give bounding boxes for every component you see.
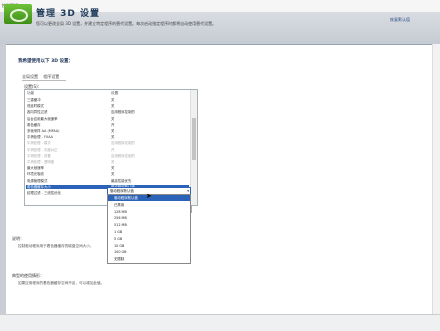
settings-row-feature: 后台应用最大帧速率 — [27, 116, 58, 121]
bottom-bar — [0, 314, 440, 331]
settings-row[interactable]: 各向异性过滤 应用程序控制的 — [26, 110, 189, 115]
page-description: 您可以更改全局 3D 设置，并建立特定程序的替代设置。每次启动指定程序时都将自动… — [36, 21, 217, 26]
settings-scrollbar[interactable] — [190, 90, 197, 205]
settings-row[interactable]: 平滑处理 - FXAA 关 — [26, 135, 189, 140]
settings-row-feature: 平滑处理 - FXAA — [27, 135, 53, 140]
restore-defaults-link[interactable]: 恢复默认值 — [390, 17, 410, 23]
settings-row[interactable]: 平滑处理 - 设置 应用程序控制的 — [26, 154, 189, 159]
column-header-setting: 设置 — [111, 91, 119, 95]
description-label: 说明： — [12, 236, 24, 241]
settings-row-value: 开 — [111, 147, 115, 152]
settings-row[interactable]: 环境光吸收 关 — [26, 172, 189, 177]
settings-row-feature: 电源管理模式 — [27, 178, 48, 183]
dropdown-option[interactable]: 128 MB — [108, 209, 190, 215]
settings-row-value: 应用程序控制的 — [111, 110, 135, 115]
mouse-cursor-icon: ➤ — [146, 192, 152, 200]
dropdown-option[interactable]: 256 MB — [108, 215, 190, 221]
settings-row[interactable]: 平滑处理 - 灰度纠正 开 — [26, 148, 189, 153]
page-title: 管理 3D 设置 — [36, 9, 100, 19]
settings-row[interactable]: 平滑处理 - 模式 应用程序控制的 — [26, 141, 189, 146]
settings-row-feature: 多帧采样 AA (MFAA) — [27, 129, 60, 133]
settings-row-feature: 低延时模式 — [27, 104, 44, 109]
settings-row-feature: 平滑处理 - 模式 — [27, 141, 51, 146]
settings-row-feature: 三重缓冲 — [27, 98, 41, 102]
settings-row-value: 最高性能优先 — [111, 178, 132, 183]
dropdown-option[interactable]: 无限制 — [108, 256, 190, 262]
description-text: 控制驱动程序用于着色器缓存的磁盘空间大小。 — [18, 244, 94, 248]
settings-row-value: 关 — [111, 166, 115, 171]
nvidia-logo-icon — [4, 4, 32, 24]
settings-row-value: 关 — [111, 98, 115, 102]
left-panel-edge — [0, 44, 6, 314]
dropdown-option[interactable]: 5 GB — [108, 236, 190, 242]
settings-row[interactable]: 三重缓冲 关 — [26, 98, 189, 103]
settings-row[interactable]: 着色缓存 开 — [26, 123, 189, 128]
settings-row-feature: 平滑处理 - 透明度 — [27, 160, 55, 164]
settings-row-value: 关 — [111, 160, 115, 164]
section-title: 我希望使用以下 3D 设置： — [18, 59, 73, 64]
column-header-feature: 功能 — [27, 91, 35, 95]
settings-row-value: 开 — [111, 122, 115, 127]
tab-divider — [22, 80, 66, 81]
settings-row-feature: 着色缓存 — [27, 122, 41, 127]
settings-row-feature: 环境光吸收 — [27, 172, 44, 177]
settings-row-value: 关 — [111, 104, 115, 109]
settings-row-value: 应用程序控制的 — [111, 153, 135, 158]
settings-row[interactable]: 低延时模式 关 — [26, 104, 189, 109]
dropdown-option[interactable]: 512 MB — [108, 222, 190, 228]
dropdown-option[interactable]: 1 GB — [108, 229, 190, 235]
tab-global-settings[interactable]: 全局设置 — [22, 74, 38, 79]
settings-row-value: 关 — [111, 129, 115, 133]
settings-row-feature: 平滑处理 - 灰度纠正 — [27, 147, 58, 152]
settings-row-feature: 纹理过滤 - 三线性优化 — [27, 191, 61, 195]
settings-scroll-thumb[interactable] — [192, 118, 196, 160]
settings-row-feature: 着色器缓存大小 — [27, 184, 51, 189]
usage-text: 如果应用程序的着色器缓存空间不足，可以增加此值。 — [18, 281, 105, 285]
settings-row[interactable]: 最大帧速率 关 — [26, 166, 189, 171]
dropdown-list: 驱动程序默认值 已禁用 128 MB 256 MB 512 MB 1 GB 5 GB 10 G… — [107, 194, 191, 264]
settings-row-feature: 平滑处理 - 设置 — [27, 153, 51, 158]
settings-row[interactable]: 多帧采样 AA (MFAA) 关 — [26, 129, 189, 134]
select-value: 驱动程序默认值 — [110, 189, 134, 193]
usage-label: 典型的使用情形： — [12, 273, 44, 278]
dropdown-option[interactable]: 已禁用 — [108, 202, 190, 208]
dropdown-option[interactable]: 100 GB — [108, 249, 190, 255]
tab-program-settings[interactable]: 程序设置 — [43, 74, 59, 79]
settings-row-feature: 各向异性过滤 — [27, 110, 48, 115]
settings-row-value: 关 — [111, 172, 115, 177]
settings-row-value: 关 — [111, 135, 115, 140]
settings-row[interactable]: 后台应用最大帧速率 关 — [26, 117, 189, 122]
page-scrollbar[interactable] — [432, 44, 440, 314]
settings-row[interactable]: 平滑处理 - 透明度 关 — [26, 160, 189, 165]
settings-row[interactable]: 电源管理模式 最高性能优先 — [26, 179, 189, 184]
settings-row-value: 应用程序控制的 — [111, 141, 135, 146]
dropdown-option[interactable]: 10 GB — [108, 243, 190, 249]
settings-row-feature: 最大帧速率 — [27, 166, 44, 171]
settings-row-value: 关 — [111, 116, 115, 121]
